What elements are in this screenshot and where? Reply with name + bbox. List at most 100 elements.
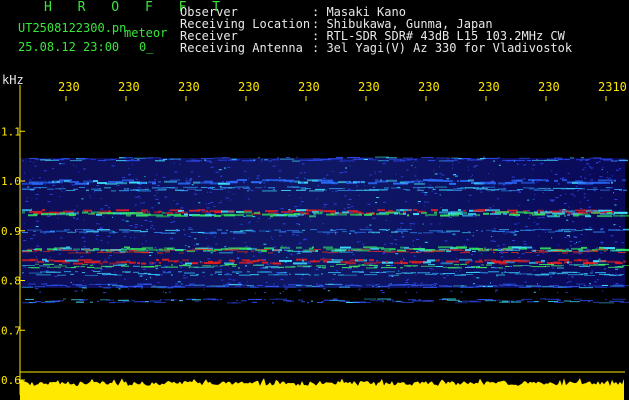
noise-speck [257, 217, 260, 219]
noise-speck [493, 214, 495, 216]
signal-streak [532, 159, 545, 161]
signal-streak [50, 230, 55, 232]
noise-speck [185, 180, 189, 182]
noise-speck [42, 260, 46, 262]
noise-speck [439, 172, 442, 174]
signal-streak [309, 215, 316, 218]
noise-speck [282, 290, 284, 292]
noise-speck [245, 242, 247, 244]
signal-streak [214, 261, 221, 264]
noise-speck [296, 253, 298, 255]
noise-speck [322, 257, 325, 259]
noise-speck [400, 226, 402, 228]
signal-streak [486, 157, 498, 159]
noise-speck [210, 233, 214, 235]
noise-speck [450, 290, 453, 292]
noise-speck [76, 205, 78, 207]
signal-streak [56, 230, 67, 232]
signal-streak [447, 299, 460, 301]
signal-streak [511, 159, 525, 161]
signal-streak [313, 260, 315, 263]
noise-speck [162, 270, 166, 272]
signal-streak [499, 301, 510, 303]
signal-streak [148, 273, 160, 275]
signal-streak [304, 212, 306, 215]
noise-speck [598, 258, 601, 260]
signal-streak [155, 189, 166, 191]
noise-speck [220, 200, 222, 202]
noise-speck [54, 275, 58, 277]
noise-speck [331, 259, 334, 261]
signal-streak [566, 248, 569, 251]
noise-speck [468, 169, 470, 171]
noise-speck [584, 167, 586, 169]
signal-streak [599, 246, 604, 249]
signal-streak [486, 229, 496, 231]
signal-streak [484, 247, 486, 250]
noise-speck [468, 194, 472, 196]
noise-speck [159, 274, 163, 276]
noise-speck [534, 250, 537, 252]
noise-speck [545, 210, 548, 212]
noise-speck [523, 240, 526, 242]
noise-speck [99, 270, 102, 272]
noise-speck [75, 251, 77, 253]
signal-streak [553, 261, 560, 264]
signal-streak [152, 182, 156, 185]
noise-speck [598, 161, 601, 163]
signal-streak [496, 274, 505, 276]
signal-streak [551, 250, 562, 252]
signal-streak [53, 159, 64, 161]
signal-streak [458, 301, 462, 303]
signal-streak [545, 265, 550, 267]
noise-speck [349, 233, 352, 235]
noise-speck [568, 281, 572, 283]
noise-speck [547, 158, 549, 160]
noise-speck [448, 216, 452, 218]
signal-streak [606, 181, 610, 184]
signal-streak [302, 259, 304, 262]
signal-streak [502, 300, 508, 302]
noise-speck [439, 194, 441, 196]
signal-streak [552, 212, 565, 215]
signal-streak [462, 232, 471, 234]
time-tick-label: 2310 [598, 80, 627, 94]
noise-speck [407, 278, 410, 280]
noise-speck [459, 270, 461, 272]
noise-speck [417, 188, 421, 190]
noise-speck [219, 185, 222, 187]
signal-streak [212, 265, 218, 267]
signal-streak [114, 274, 122, 276]
noise-speck [320, 210, 323, 212]
noise-speck [405, 291, 407, 293]
signal-streak [597, 215, 612, 218]
signal-streak [314, 274, 319, 276]
noise-speck [249, 222, 251, 224]
noise-speck [98, 286, 102, 288]
signal-streak [506, 160, 511, 162]
signal-streak [332, 250, 346, 252]
signal-streak [273, 188, 275, 190]
signal-streak [332, 259, 343, 262]
signal-streak [323, 246, 333, 249]
signal-streak [238, 211, 252, 214]
noise-speck [590, 179, 594, 181]
signal-streak [570, 285, 580, 287]
noise-speck [164, 196, 168, 198]
signal-streak [576, 283, 585, 285]
signal-streak [516, 179, 523, 182]
signal-streak [73, 188, 78, 190]
noise-speck [62, 186, 64, 188]
noise-speck [238, 282, 241, 284]
signal-streak [252, 301, 257, 303]
signal-streak [360, 248, 372, 250]
signal-streak [186, 181, 191, 184]
noise-band [20, 158, 625, 288]
noise-speck [417, 201, 421, 203]
noise-speck [535, 223, 539, 225]
noise-speck [181, 263, 184, 265]
noise-speck [565, 285, 567, 287]
signal-streak [549, 271, 556, 273]
signal-streak [547, 215, 560, 218]
signal-streak [97, 251, 112, 253]
